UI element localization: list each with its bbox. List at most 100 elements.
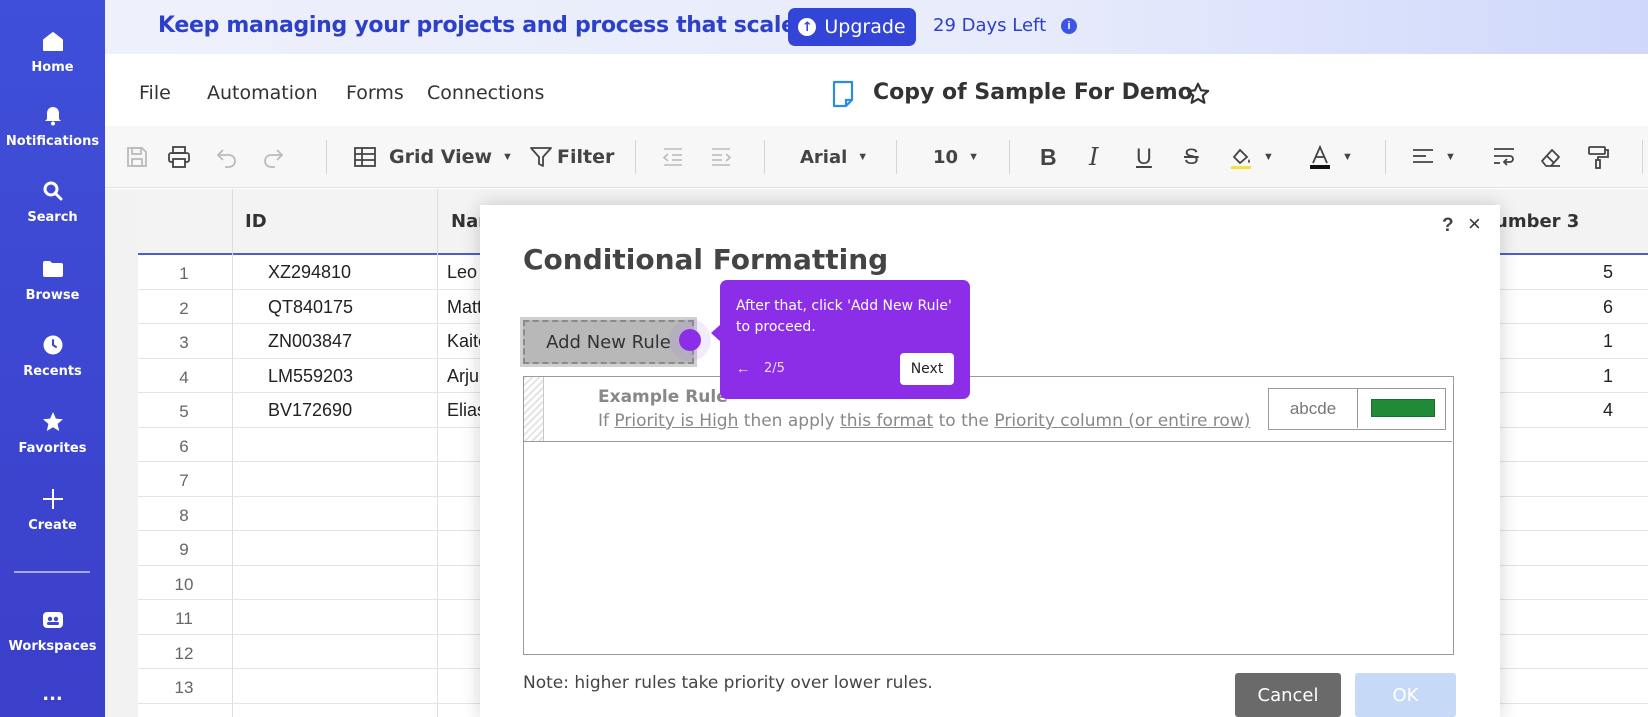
- toolbar-separator: [326, 140, 327, 174]
- nav-search-label: Search: [27, 210, 78, 225]
- cell-name[interactable]: Matt: [447, 297, 482, 318]
- cell-id[interactable]: XZ294810: [268, 262, 351, 283]
- back-arrow-icon[interactable]: ←: [736, 360, 750, 376]
- fill-color-button[interactable]: ▼: [1229, 144, 1274, 170]
- outdent-button[interactable]: [661, 144, 685, 170]
- align-dropdown[interactable]: ▼: [1411, 144, 1456, 170]
- nav-recents[interactable]: Recents: [0, 334, 105, 380]
- search-icon: [43, 181, 62, 201]
- undo-button[interactable]: [215, 144, 239, 170]
- nav-favorites-label: Favorites: [18, 441, 87, 456]
- save-button[interactable]: [125, 144, 149, 170]
- nav-search[interactable]: Search: [0, 180, 105, 226]
- bold-button[interactable]: B: [1040, 144, 1057, 170]
- italic-button[interactable]: I: [1089, 143, 1098, 171]
- tooltip-arrow: [711, 324, 721, 342]
- print-button[interactable]: [167, 144, 191, 170]
- underline-button[interactable]: U: [1136, 144, 1152, 170]
- filter-label: Filter: [557, 146, 615, 168]
- tour-next-button[interactable]: Next: [900, 353, 954, 385]
- format-preview: abcde: [1268, 388, 1446, 430]
- nav-notifications-label: Notifications: [5, 134, 100, 149]
- nav-workspaces[interactable]: Workspaces: [0, 609, 105, 655]
- cell-id[interactable]: ZN003847: [268, 331, 352, 352]
- menu-file[interactable]: File: [139, 82, 171, 104]
- priority-note: Note: higher rules take priority over lo…: [523, 673, 933, 693]
- folder-icon: [42, 261, 63, 277]
- nav-browse[interactable]: Browse: [0, 258, 105, 304]
- cell-number3[interactable]: 4: [1563, 400, 1613, 421]
- left-navigation: Home Notifications Search Browse Recents…: [0, 0, 105, 717]
- cell-id[interactable]: QT840175: [268, 297, 353, 318]
- column-header-id[interactable]: ID: [245, 211, 267, 232]
- cell-number3[interactable]: 5: [1563, 262, 1613, 283]
- days-left-text: 29 Days Left: [933, 15, 1047, 36]
- cell-name[interactable]: Arju: [447, 366, 479, 387]
- nav-home[interactable]: Home: [0, 30, 105, 76]
- cell-number3[interactable]: 6: [1563, 297, 1613, 318]
- ok-button[interactable]: OK: [1355, 673, 1456, 717]
- save-icon: [127, 147, 147, 167]
- nav-notifications[interactable]: Notifications: [0, 104, 105, 150]
- close-icon[interactable]: ×: [1468, 211, 1481, 237]
- format-color-swatch: [1371, 399, 1435, 417]
- indent-button[interactable]: [709, 144, 733, 170]
- cell-id[interactable]: LM559203: [268, 366, 353, 387]
- cell-id[interactable]: BV172690: [268, 400, 352, 421]
- row-number: 8: [179, 505, 189, 525]
- clock-icon: [43, 335, 62, 355]
- row-number: 2: [179, 298, 189, 318]
- toolbar-separator: [896, 140, 897, 174]
- outdent-icon: [662, 148, 682, 166]
- bell-icon: [44, 107, 61, 126]
- chevron-down-icon: ▼: [857, 151, 869, 163]
- nav-create[interactable]: Create: [0, 488, 105, 534]
- menu-forms[interactable]: Forms: [346, 82, 404, 104]
- wrap-text-button[interactable]: [1492, 144, 1516, 170]
- arrow-up-icon: ↑: [798, 18, 817, 36]
- row-number: 12: [174, 643, 194, 663]
- row-number: 13: [174, 678, 194, 697]
- filter-button[interactable]: Filter: [529, 144, 614, 170]
- tour-tooltip: After that, click 'Add New Rule' to proc…: [711, 280, 970, 399]
- rule-condition-link: Priority is High: [614, 411, 739, 431]
- text-color-button[interactable]: ▼: [1308, 144, 1353, 170]
- rule-format-link: this format: [840, 411, 934, 431]
- rule-target-link: Priority column (or entire row): [994, 411, 1251, 431]
- add-new-rule-button[interactable]: Add New Rule: [520, 317, 697, 367]
- nav-recents-label: Recents: [23, 364, 82, 379]
- tour-step-counter: 2/5: [764, 361, 785, 376]
- redo-button[interactable]: [261, 144, 285, 170]
- add-new-rule-label: Add New Rule: [546, 331, 671, 353]
- ok-label: OK: [1392, 684, 1419, 706]
- favorite-star-icon[interactable]: [1185, 81, 1211, 107]
- cell-name[interactable]: Leo: [447, 262, 477, 283]
- font-family-dropdown[interactable]: Arial ▼: [800, 144, 868, 170]
- cancel-button[interactable]: Cancel: [1235, 673, 1341, 717]
- menu-bar: File Automation Forms Connections Copy o…: [105, 54, 1648, 126]
- nav-favorites[interactable]: Favorites: [0, 411, 105, 457]
- font-size-dropdown[interactable]: 10 ▼: [933, 144, 979, 170]
- format-painter-button[interactable]: [1586, 144, 1610, 170]
- drag-handle: [524, 377, 544, 441]
- clear-format-button[interactable]: [1539, 144, 1563, 170]
- bold-icon: B: [1040, 143, 1057, 170]
- upgrade-button[interactable]: ↑ Upgrade: [788, 8, 916, 46]
- row-number: 7: [179, 471, 189, 490]
- info-icon[interactable]: i: [1061, 18, 1077, 34]
- cell-number3[interactable]: 1: [1563, 331, 1613, 352]
- grid-view-dropdown[interactable]: Grid View ▼: [353, 144, 513, 170]
- chevron-down-icon: ▼: [502, 151, 513, 163]
- workspaces-icon: [42, 612, 63, 628]
- tour-instruction: After that, click 'Add New Rule' to proc…: [736, 298, 952, 335]
- example-rule-title: Example Rule: [598, 387, 728, 407]
- menu-automation[interactable]: Automation: [207, 82, 318, 104]
- cell-number3[interactable]: 1: [1563, 366, 1613, 387]
- nav-more[interactable]: ...: [0, 684, 105, 705]
- toolbar-separator: [1642, 140, 1643, 174]
- help-icon[interactable]: ?: [1442, 215, 1454, 237]
- tour-hotspot[interactable]: [679, 329, 701, 351]
- strikethrough-button[interactable]: S: [1184, 144, 1199, 170]
- column-header-number3[interactable]: umber 3: [1495, 211, 1579, 232]
- menu-connections[interactable]: Connections: [427, 82, 544, 104]
